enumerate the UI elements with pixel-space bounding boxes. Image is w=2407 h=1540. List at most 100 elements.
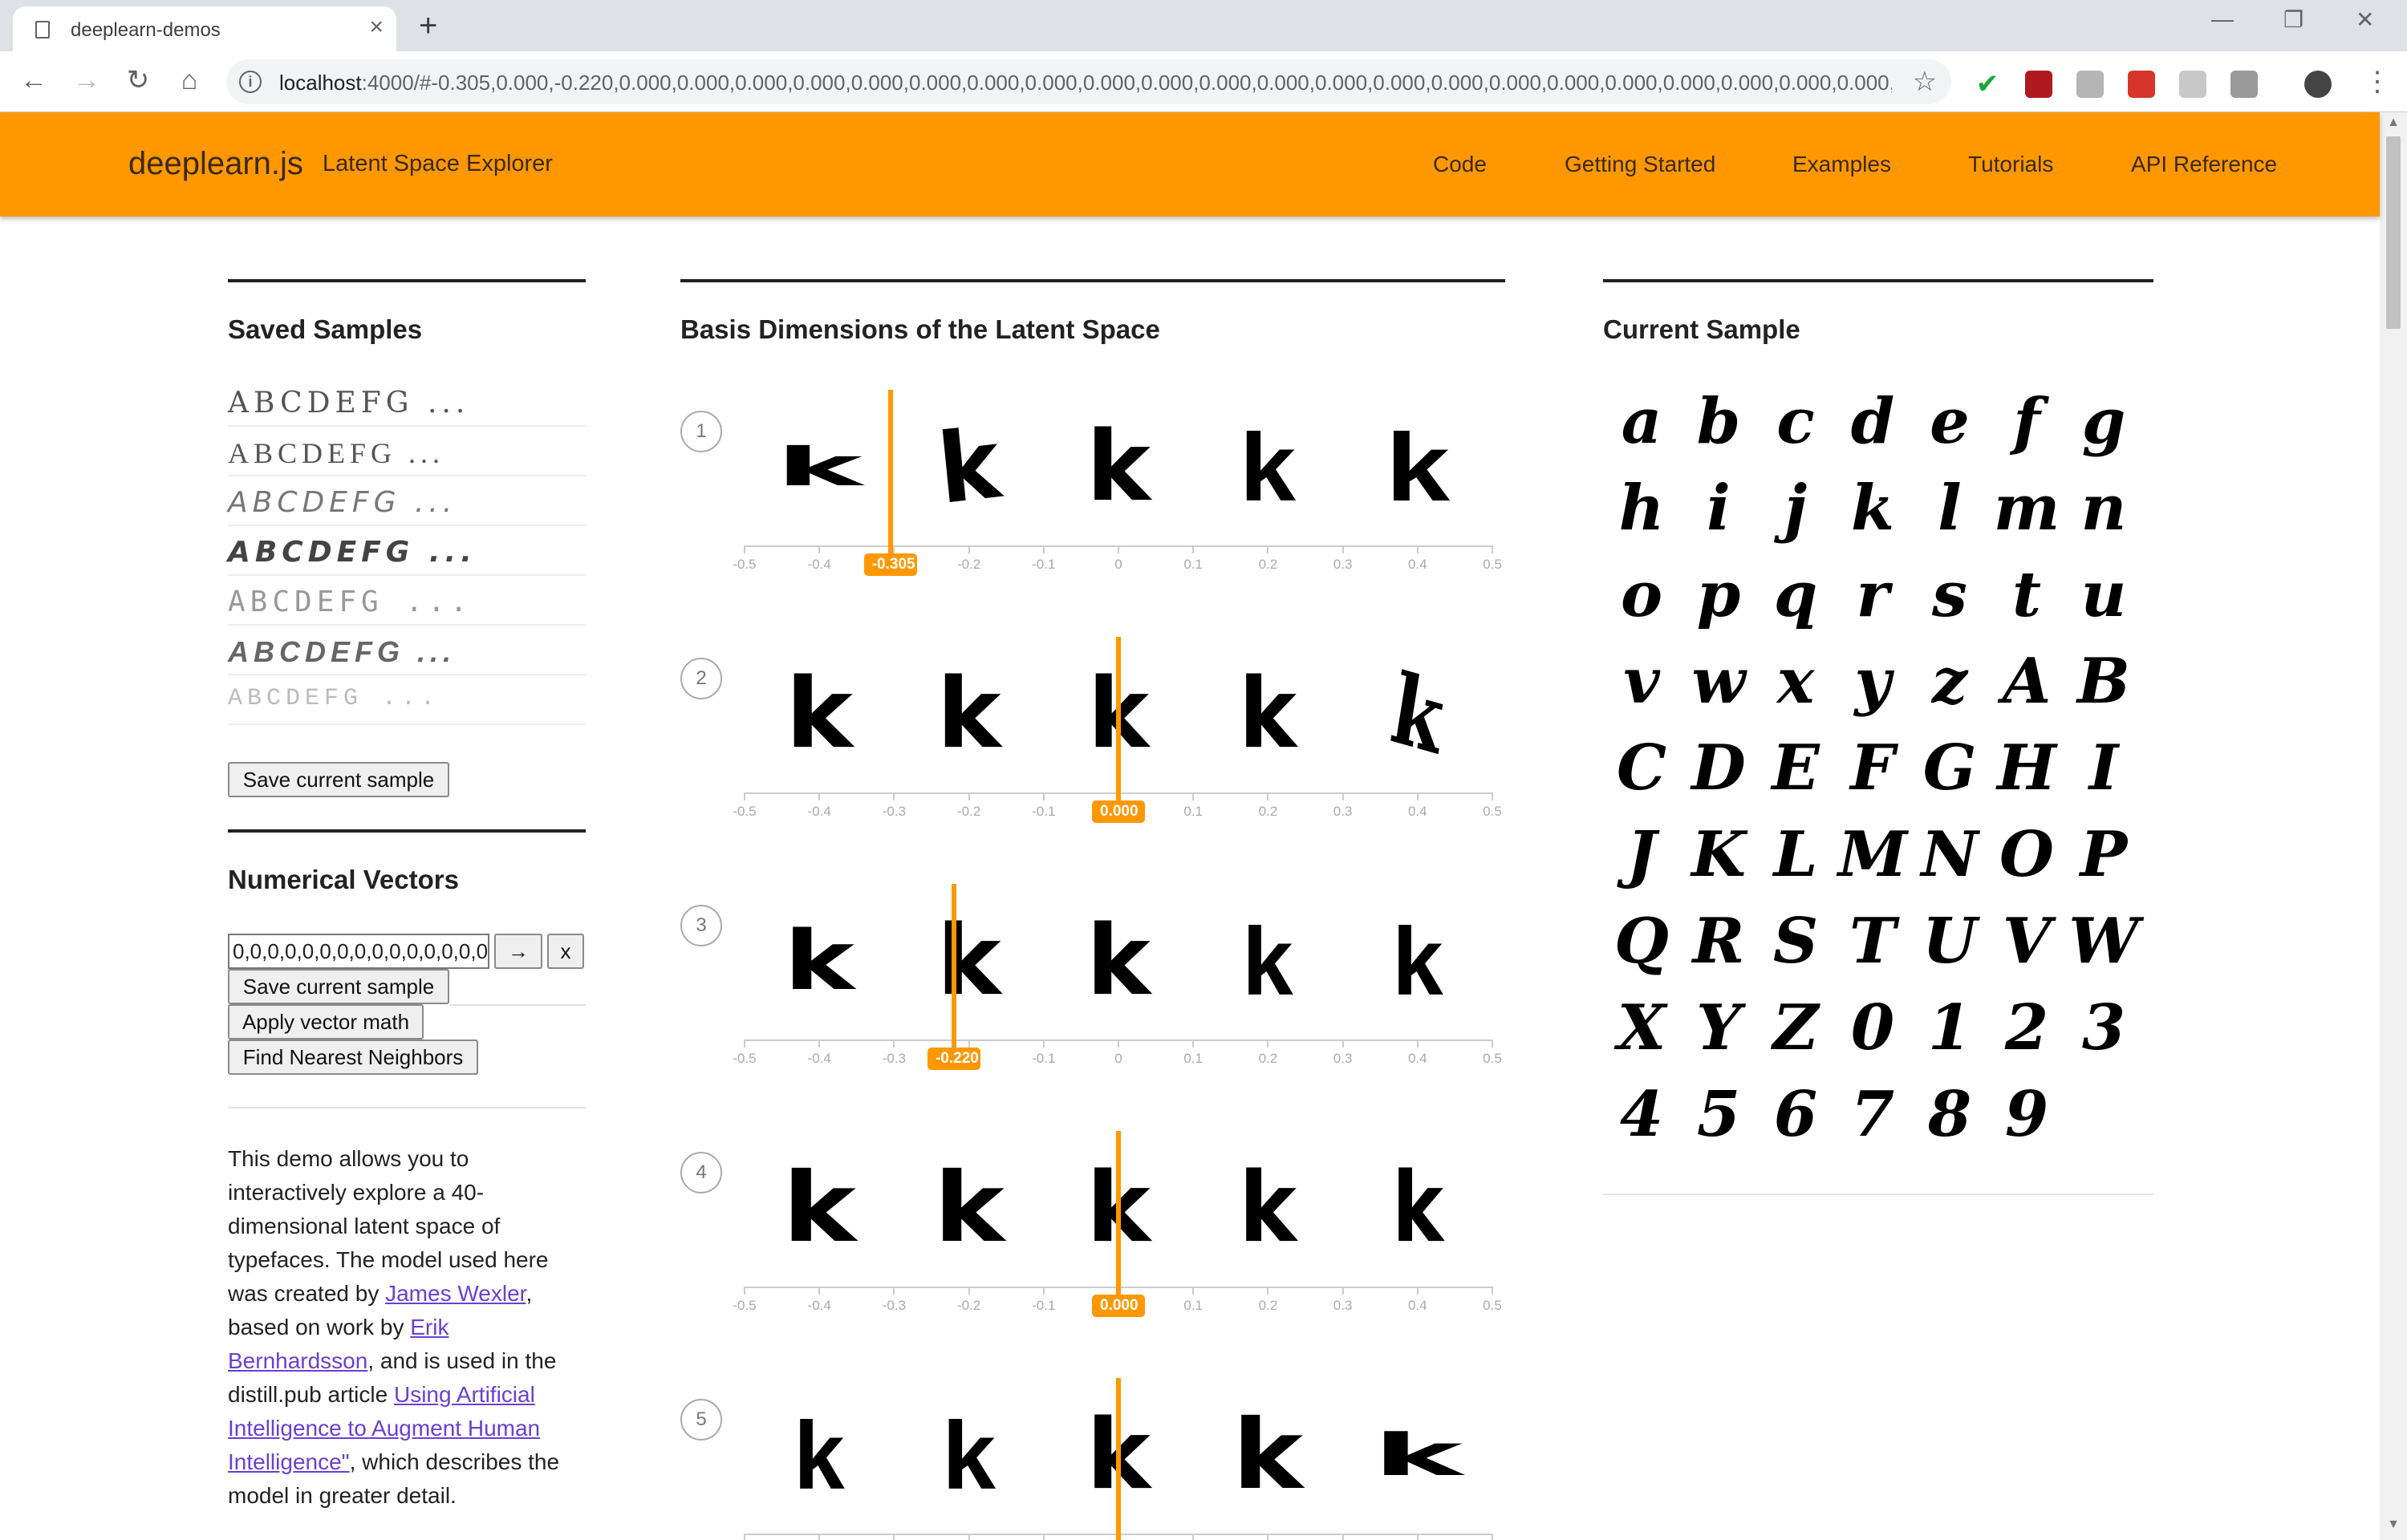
nav-examples[interactable]: Examples [1792, 152, 1891, 177]
james-wexler-link[interactable]: James Wexler [385, 1281, 526, 1306]
url-text[interactable]: localhost:4000/#-0.305,0.000,-0.220,0.00… [279, 71, 1892, 95]
axis-tick-label: -0.2 [956, 1298, 981, 1313]
dimension-sample-glyph: k [785, 659, 854, 770]
dimension-sample-glyph: k [1239, 659, 1297, 770]
reload-icon[interactable]: ↻ [120, 63, 156, 98]
extension-translate-icon[interactable] [2076, 71, 2104, 98]
axis-tick-label: 0.4 [1407, 1298, 1427, 1313]
dimension-slider-handle[interactable] [887, 390, 893, 558]
current-sample-glyph: r [1856, 558, 1889, 631]
extension-pdf-icon[interactable] [2025, 71, 2052, 98]
axis-tick-label: -0.3 [882, 804, 907, 819]
apply-vector-math-button[interactable]: Apply vector math [228, 1004, 424, 1040]
dimension-sample-glyph: k [1392, 908, 1443, 1015]
save-sample-button[interactable]: Save current sample [228, 762, 449, 797]
dimension-sample-glyph: k [932, 408, 1005, 526]
browser-menu-icon[interactable]: ⋮ [2364, 66, 2391, 98]
axis-tick-label: -0.5 [733, 1051, 757, 1066]
axis-tick [818, 1040, 821, 1048]
dimension-sample-glyph: k [1240, 414, 1297, 521]
axis-tick-label: 0.1 [1183, 1298, 1203, 1313]
dimension-slider-handle[interactable] [1116, 1378, 1121, 1540]
dimension-sample-glyph: k [782, 1153, 857, 1264]
current-sample-glyph: B [2077, 645, 2130, 718]
dimension-slider-handle[interactable] [1116, 1131, 1121, 1299]
page-scrollbar[interactable]: ▲ ▼ [2380, 112, 2407, 1540]
axis-tick [1267, 1534, 1269, 1540]
axis-tick [1267, 545, 1269, 553]
saved-sample-row[interactable]: ABCDEFG ... [228, 476, 586, 526]
saved-sample-row[interactable]: ABCDEFG ... [228, 675, 586, 725]
divider [1603, 1194, 2153, 1195]
minimize-icon[interactable]: — [2211, 6, 2234, 32]
dimension-slider-handle[interactable] [951, 884, 956, 1052]
brand-logo[interactable]: deeplearn.js [128, 146, 303, 182]
dimension-sample-glyph: k [942, 1402, 996, 1510]
current-sample-glyph: Q [1614, 905, 1669, 978]
nav-code[interactable]: Code [1433, 152, 1487, 177]
bookmark-star-icon[interactable]: ☆ [1913, 66, 1937, 98]
dimension-sample-glyph: k [936, 906, 1001, 1017]
window-close-icon[interactable]: ✕ [2356, 6, 2374, 33]
forward-icon[interactable]: → [69, 63, 104, 98]
scroll-up-icon[interactable]: ▲ [2380, 116, 2407, 130]
nav-getting-started[interactable]: Getting Started [1565, 152, 1715, 177]
scroll-down-icon[interactable]: ▼ [2380, 1518, 2407, 1532]
nav-api-reference[interactable]: API Reference [2131, 152, 2277, 177]
axis-tick-label: -0.1 [1032, 1051, 1056, 1066]
dimension-sample-glyph: k [933, 1153, 1005, 1264]
dimension-slider-handle[interactable] [1116, 637, 1121, 805]
current-sample-glyph: V [2002, 905, 2052, 978]
profile-avatar[interactable] [2304, 71, 2332, 98]
home-icon[interactable]: ⌂ [172, 63, 207, 98]
current-sample-glyph: t [2011, 558, 2042, 631]
apply-vector-button[interactable]: → [494, 934, 542, 969]
current-sample-glyph: 8 [1927, 1078, 1972, 1151]
axis-tick [744, 792, 745, 800]
saved-sample-row[interactable]: ABCDEFG ... [228, 626, 586, 675]
axis-tick [818, 792, 821, 800]
axis-tick [968, 1534, 970, 1540]
axis-tick [1416, 792, 1419, 800]
axis-tick [968, 1040, 970, 1048]
scrollbar-thumb[interactable] [2386, 136, 2401, 329]
saved-sample-row[interactable]: ABCDEFG ... [228, 576, 586, 626]
dimension-number: 5 [680, 1399, 722, 1441]
saved-sample-row[interactable]: ABCDEFG ... [228, 377, 586, 427]
current-sample-glyph: M [1837, 818, 1908, 891]
current-sample-glyph: s [1932, 558, 1967, 631]
back-icon[interactable]: ← [16, 63, 51, 98]
axis-tick [968, 792, 970, 800]
address-bar[interactable]: i localhost:4000/#-0.305,0.000,-0.220,0.… [226, 59, 1951, 104]
dimension-value-badge: 0.000 [1092, 800, 1145, 823]
current-sample-glyph: F [1850, 732, 1895, 804]
save-current-sample-button[interactable]: Save current sample [228, 969, 449, 1004]
clear-vector-button[interactable]: x [547, 934, 584, 969]
axis-tick [1492, 1534, 1493, 1540]
current-sample-glyph: x [1776, 645, 1815, 718]
url-path: :4000/#-0.305,0.000,-0.220,0.000,0.000,0… [361, 71, 1892, 95]
extension-todoist-icon[interactable] [2128, 71, 2155, 98]
browser-tab[interactable]: deeplearn-demos × [13, 6, 396, 51]
extension-camera-icon[interactable] [2230, 71, 2258, 98]
new-tab-icon[interactable]: + [419, 8, 437, 43]
extension-cube-icon[interactable] [2179, 71, 2206, 98]
restore-icon[interactable]: ❐ [2283, 6, 2303, 33]
axis-tick [1492, 1040, 1493, 1048]
axis-tick-label: -0.3 [882, 1298, 907, 1313]
saved-sample-row[interactable]: ABCDEFG ... [228, 427, 586, 476]
saved-sample-label: ABCDEFG ... [228, 635, 457, 668]
extension-check-icon[interactable]: ✔ [1974, 71, 2001, 98]
divider [449, 1004, 586, 1006]
find-nearest-neighbors-button[interactable]: Find Nearest Neighbors [228, 1040, 478, 1075]
saved-sample-row[interactable]: ABCDEFG ... [228, 526, 586, 576]
axis-tick-label: -0.1 [1032, 1298, 1056, 1313]
axis-tick [1042, 1287, 1045, 1295]
vector-input[interactable]: 0,0,0,0,0,0,0,0,0,0,0,0,0,0,0,0,0,0,0,0 [228, 934, 489, 969]
axis-tick-label: 0.5 [1483, 804, 1502, 819]
site-info-icon[interactable]: i [239, 71, 262, 93]
dimension-sample-glyph: k [1385, 414, 1450, 521]
browser-tab-strip: deeplearn-demos × + — ❐ ✕ [0, 0, 2407, 51]
nav-tutorials[interactable]: Tutorials [1968, 152, 2053, 177]
close-tab-icon[interactable]: × [369, 14, 384, 40]
